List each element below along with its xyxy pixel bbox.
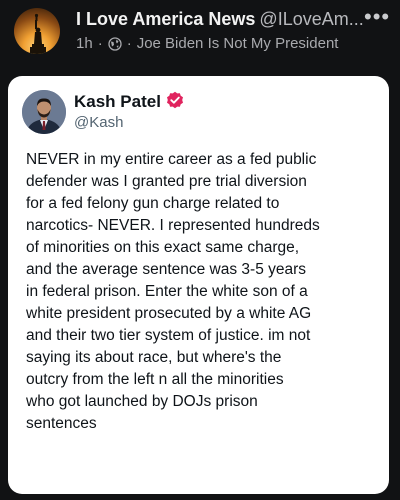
tweet-line: and the average sentence was 3-5 years [26, 261, 307, 278]
verified-badge-icon [167, 91, 183, 109]
tweet-line: NEVER in my entire career as a fed publi… [26, 151, 317, 168]
tweet-line: of minorities on this exact same charge, [26, 239, 300, 256]
tweet-text: NEVER in my entire career as a fed publi… [26, 149, 381, 435]
tweet-line: for a fed felony gun charge related to [26, 195, 280, 212]
post-age[interactable]: 1h [76, 35, 93, 52]
page-name[interactable]: I Love America News [76, 9, 255, 29]
tweet-line: who got launched by DOJs prison [26, 393, 258, 410]
author-avatar [22, 90, 66, 134]
tweet-line: defender was I granted pre trial diversi… [26, 173, 307, 190]
post-header: I Love America News @ILoveAm... ••• 1h · … [0, 0, 400, 72]
tweet-line: saying its about race, but where's the [26, 349, 282, 366]
meta-separator: · [126, 35, 132, 52]
globe-icon [108, 36, 122, 51]
person-avatar-icon [22, 90, 66, 134]
tweet-line: outcry from the left n all the minoritie… [26, 371, 284, 388]
page-name-row: I Love America News @ILoveAm... [76, 9, 376, 30]
tweet-card[interactable]: Kash Patel @Kash NEVER in my entire care… [8, 76, 389, 494]
meta-separator: · [97, 35, 103, 52]
author-handle[interactable]: @Kash [74, 114, 123, 131]
screenshot: I Love America News @ILoveAm... ••• 1h · … [0, 0, 400, 500]
post-meta: 1h · · Joe Biden Is Not My President [76, 35, 338, 52]
tweet-line: in federal prison. Enter the white son o… [26, 283, 308, 300]
statue-of-liberty-icon [30, 13, 46, 54]
tweet-line: narcotics- NEVER. I represented hundreds [26, 217, 320, 234]
page-handle[interactable]: @ILoveAm... [259, 9, 363, 29]
more-options-icon[interactable]: ••• [364, 6, 390, 28]
tweet-line: and their two tier system of justice. im… [26, 327, 311, 344]
page-avatar[interactable] [14, 8, 60, 54]
group-name[interactable]: Joe Biden Is Not My President [137, 35, 339, 52]
tweet-line: sentences [26, 415, 97, 432]
author-name[interactable]: Kash Patel [74, 92, 161, 112]
tweet-line: white president prosecuted by a white AG [26, 305, 312, 322]
